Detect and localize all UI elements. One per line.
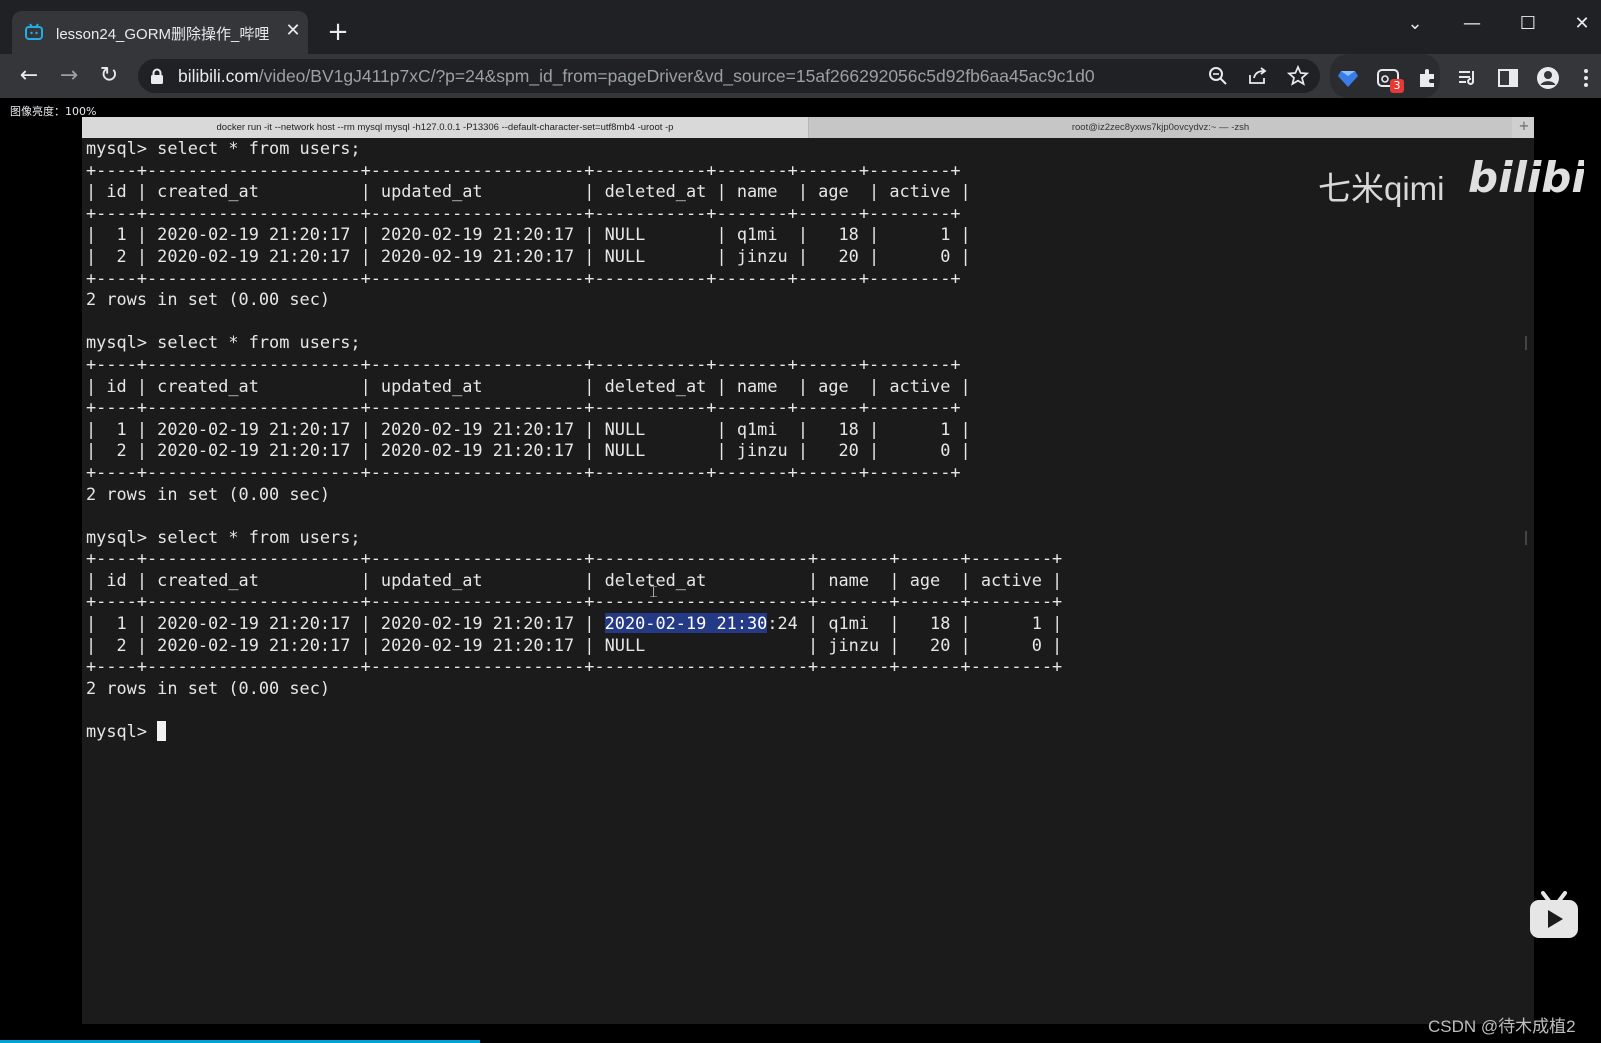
bilibili-tv-icon: [25, 23, 43, 40]
terminal-tab-bar: docker run -it --network host --rm mysql…: [82, 117, 1534, 138]
tab-search-chevron-icon[interactable]: ⌄: [1395, 8, 1435, 40]
scroll-marker: [1525, 336, 1527, 350]
terminal-line: +----+---------------------+------------…: [86, 591, 1063, 612]
maximize-button[interactable]: ☐: [1508, 8, 1548, 40]
minimize-button[interactable]: —: [1452, 8, 1492, 40]
terminal-line: | id | created_at | updated_at | deleted…: [86, 569, 1063, 590]
csdn-watermark: CSDN @待木成植2: [1428, 1017, 1576, 1036]
browser-tab[interactable]: lesson24_GORM删除操作_哔哩 ✕: [12, 11, 308, 54]
video-player[interactable]: docker run -it --network host --rm mysql…: [82, 117, 1534, 1024]
svg-text:bilibili: bilibili: [1468, 153, 1584, 202]
forward-button[interactable]: →: [54, 61, 84, 91]
new-tab-button[interactable]: +: [324, 19, 352, 48]
menu-icon[interactable]: [1574, 66, 1598, 90]
terminal-line: | 2 | 2020-02-19 21:20:17 | 2020-02-19 2…: [86, 440, 971, 461]
terminal-line: | id | created_at | updated_at | deleted…: [86, 181, 971, 202]
gem-extension-icon[interactable]: [1336, 66, 1360, 90]
close-window-button[interactable]: ✕: [1562, 8, 1601, 40]
profile-icon[interactable]: [1536, 66, 1560, 90]
tab-strip: lesson24_GORM删除操作_哔哩 ✕ + ⌄ — ☐ ✕: [0, 0, 1601, 54]
zoom-icon[interactable]: [1206, 64, 1230, 88]
terminal-line: | 2 | 2020-02-19 21:20:17 | 2020-02-19 2…: [86, 634, 1063, 655]
terminal-cursor[interactable]: [157, 721, 167, 742]
terminal-line: | id | created_at | updated_at | deleted…: [86, 375, 971, 396]
puzzle-extensions-icon[interactable]: [1416, 66, 1440, 90]
bilibili-tv-icon[interactable]: [1528, 890, 1580, 940]
terminal-text: | 1 | 2020-02-19 21:20:17 | 2020-02-19 2…: [86, 613, 605, 634]
url-text[interactable]: bilibili.com/video/BV1gJ411p7xC/?p=24&sp…: [178, 66, 1095, 87]
terminal-tab-docker[interactable]: docker run -it --network host --rm mysql…: [82, 117, 809, 138]
text-cursor-icon: 𝙸: [648, 582, 660, 601]
terminal-line: 2 rows in set (0.00 sec): [86, 677, 331, 698]
reload-button[interactable]: ↻: [94, 61, 124, 91]
url-host: bilibili.com: [178, 66, 259, 86]
terminal-line: +----+---------------------+------------…: [86, 267, 961, 288]
terminal-line: +----+---------------------+------------…: [86, 353, 961, 374]
terminal-line: mysql> select * from users;: [86, 138, 361, 158]
terminal-output[interactable]: mysql> select * from users; +----+-------…: [86, 138, 1526, 1018]
browser-toolbar: ← → ↻ bilibili.com/video/BV1gJ411p7xC/?p…: [0, 54, 1601, 98]
media-control-icon[interactable]: [1456, 66, 1480, 90]
terminal-line: | 1 | 2020-02-19 21:20:17 | 2020-02-19 2…: [86, 224, 971, 245]
terminal-line: +----+---------------------+------------…: [86, 656, 1063, 677]
terminal-text: :24 | q1mi | 18 | 1 |: [767, 613, 1063, 634]
extension-badge: 3: [1390, 79, 1404, 93]
terminal-line: mysql> select * from users;: [86, 332, 361, 353]
share-icon[interactable]: [1246, 64, 1270, 88]
terminal-line: | 2 | 2020-02-19 21:20:17 | 2020-02-19 2…: [86, 245, 971, 266]
terminal-add-tab-icon[interactable]: +: [1514, 117, 1534, 138]
terminal-line: | 1 | 2020-02-19 21:20:17 | 2020-02-19 2…: [86, 418, 971, 439]
terminal-line: 2 rows in set (0.00 sec): [86, 289, 331, 310]
terminal-line: +----+---------------------+------------…: [86, 397, 961, 418]
url-path: /video/BV1gJ411p7xC/?p=24&spm_id_from=pa…: [258, 66, 1095, 86]
terminal-line: mysql>: [86, 721, 1526, 743]
star-icon[interactable]: [1286, 64, 1310, 88]
terminal-line: +----+---------------------+------------…: [86, 461, 961, 482]
selected-text[interactable]: 2020-02-19 21:30: [604, 613, 768, 634]
terminal-line: | 1 | 2020-02-19 21:20:17 | 2020-02-19 2…: [86, 613, 1526, 635]
uploader-watermark: 七米qimi: [1318, 170, 1445, 207]
side-panel-icon[interactable]: [1496, 66, 1520, 90]
terminal-line: 2 rows in set (0.00 sec): [86, 483, 331, 504]
terminal-line: mysql> select * from users;: [86, 526, 361, 547]
scroll-marker: [1525, 531, 1527, 545]
terminal-line: +----+---------------------+------------…: [86, 548, 1063, 569]
terminal-line: +----+---------------------+------------…: [86, 202, 961, 223]
tab-title: lesson24_GORM删除操作_哔哩: [56, 26, 270, 43]
bilibili-logo: bilibili: [1468, 153, 1584, 202]
terminal-line: +----+---------------------+------------…: [86, 159, 961, 180]
back-button[interactable]: ←: [14, 61, 44, 91]
tab-close-icon[interactable]: ✕: [282, 20, 304, 42]
mysql-prompt: mysql>: [86, 721, 158, 742]
address-bar[interactable]: bilibili.com/video/BV1gJ411p7xC/?p=24&sp…: [138, 59, 1320, 93]
lock-icon[interactable]: [150, 68, 164, 84]
terminal-tab-zsh[interactable]: root@iz2zec8yxws7kjp0ovcydvz:~ — -zsh: [809, 117, 1512, 138]
